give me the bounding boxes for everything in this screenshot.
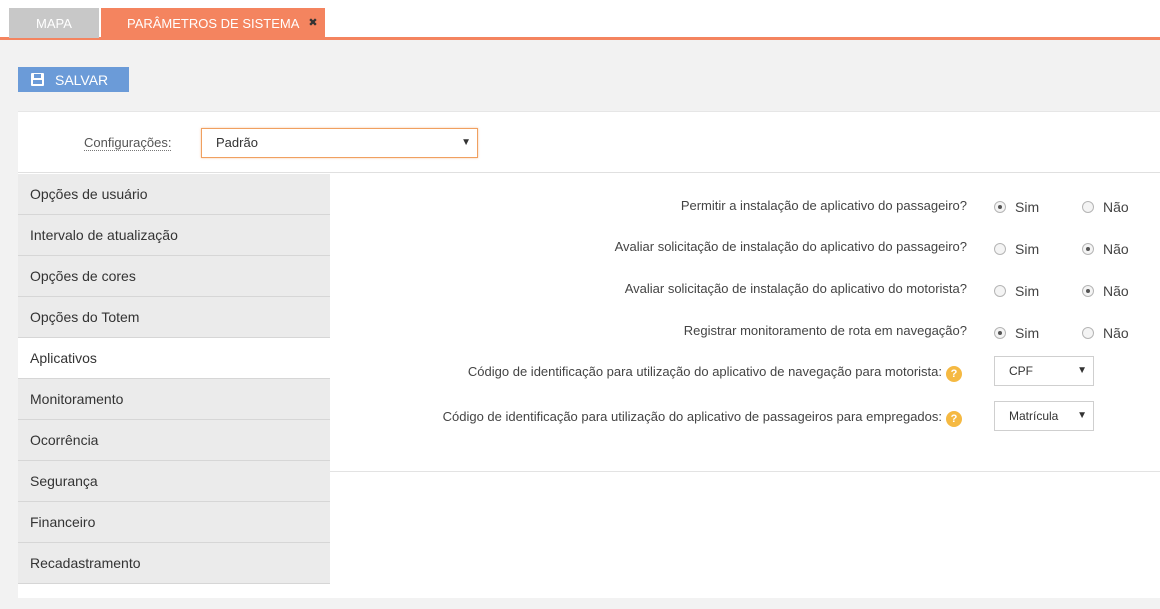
tab-parametros-de-sistema[interactable]: PARÂMETROS DE SISTEMA ✖: [101, 8, 325, 38]
settings-panel: Configurações: Padrão ▼ Opções de usuári…: [18, 111, 1160, 598]
radio-label: Não: [1103, 199, 1129, 215]
radio-nao-q2[interactable]: Não: [1082, 241, 1129, 257]
radio-dot: [1082, 285, 1094, 297]
radio-nao-q1[interactable]: Não: [1082, 199, 1129, 215]
save-button-label: SALVAR: [55, 72, 109, 88]
config-select[interactable]: Padrão ▼: [201, 128, 478, 158]
radio-label: Sim: [1015, 283, 1040, 299]
settings-nav: Opções de usuário Intervalo de atualizaç…: [18, 174, 330, 584]
close-icon[interactable]: ✖: [307, 16, 319, 30]
tab-mapa[interactable]: MAPA: [9, 8, 99, 38]
navegacao-id-select[interactable]: CPF ▼: [994, 356, 1094, 386]
config-select-value: Padrão: [216, 135, 258, 150]
floppy-disk-icon: [31, 73, 44, 86]
nav-item-opcoes-de-cores[interactable]: Opções de cores: [18, 256, 330, 297]
question-label: Registrar monitoramento de rota em naveg…: [683, 323, 967, 338]
radio-dot: [1082, 327, 1094, 339]
save-button[interactable]: SALVAR: [18, 67, 129, 92]
nav-item-opcoes-de-usuario[interactable]: Opções de usuário: [18, 174, 330, 215]
help-icon[interactable]: ?: [946, 411, 962, 427]
tab-label: MAPA: [36, 15, 72, 31]
nav-item-seguranca[interactable]: Segurança: [18, 461, 330, 502]
nav-item-intervalo-de-atualizacao[interactable]: Intervalo de atualização: [18, 215, 330, 256]
question-label: Avaliar solicitação de instalação do apl…: [624, 281, 967, 296]
nav-item-opcoes-do-totem[interactable]: Opções do Totem: [18, 297, 330, 338]
radio-sim-q1[interactable]: Sim: [994, 199, 1039, 215]
radio-nao-q3[interactable]: Não: [1082, 283, 1129, 299]
radio-nao-q4[interactable]: Não: [1082, 325, 1129, 341]
chevron-down-icon: ▼: [1077, 410, 1087, 421]
radio-label: Sim: [1015, 199, 1040, 215]
radio-label: Não: [1103, 325, 1129, 341]
radio-sim-q4[interactable]: Sim: [994, 325, 1039, 341]
radio-dot: [994, 201, 1006, 213]
divider: [18, 172, 1160, 173]
chevron-down-icon: ▼: [461, 137, 471, 148]
chevron-down-icon: ▼: [1077, 365, 1087, 376]
radio-sim-q2[interactable]: Sim: [994, 241, 1039, 257]
select-value: CPF: [1009, 364, 1033, 378]
radio-label: Não: [1103, 241, 1129, 257]
nav-item-monitoramento[interactable]: Monitoramento: [18, 379, 330, 420]
tab-label: PARÂMETROS DE SISTEMA: [127, 15, 300, 31]
nav-item-recadastramento[interactable]: Recadastramento: [18, 543, 330, 584]
nav-item-ocorrencia[interactable]: Ocorrência: [18, 420, 330, 461]
radio-label: Sim: [1015, 325, 1040, 341]
radio-label: Não: [1103, 283, 1129, 299]
help-icon[interactable]: ?: [946, 366, 962, 382]
radio-dot: [994, 327, 1006, 339]
select-label: Código de identificação para utilização …: [442, 409, 942, 424]
radio-dot: [994, 285, 1006, 297]
tab-bar: MAPA PARÂMETROS DE SISTEMA ✖: [0, 0, 1160, 40]
aplicativos-form: Permitir a instalação de aplicativo do p…: [330, 174, 1160, 472]
radio-dot: [1082, 201, 1094, 213]
radio-dot: [994, 243, 1006, 255]
select-value: Matrícula: [1009, 409, 1059, 423]
content-area: SALVAR Configurações: Padrão ▼ Opções de…: [8, 40, 1160, 609]
radio-sim-q3[interactable]: Sim: [994, 283, 1039, 299]
select-label: Código de identificação para utilização …: [467, 364, 942, 379]
passageiros-id-select[interactable]: Matrícula ▼: [994, 401, 1094, 431]
nav-item-aplicativos[interactable]: Aplicativos: [18, 338, 330, 379]
radio-label: Sim: [1015, 241, 1040, 257]
config-label: Configurações:: [84, 135, 172, 151]
nav-item-financeiro[interactable]: Financeiro: [18, 502, 330, 543]
radio-dot: [1082, 243, 1094, 255]
question-label: Avaliar solicitação de instalação do apl…: [614, 239, 967, 254]
question-label: Permitir a instalação de aplicativo do p…: [680, 198, 967, 213]
